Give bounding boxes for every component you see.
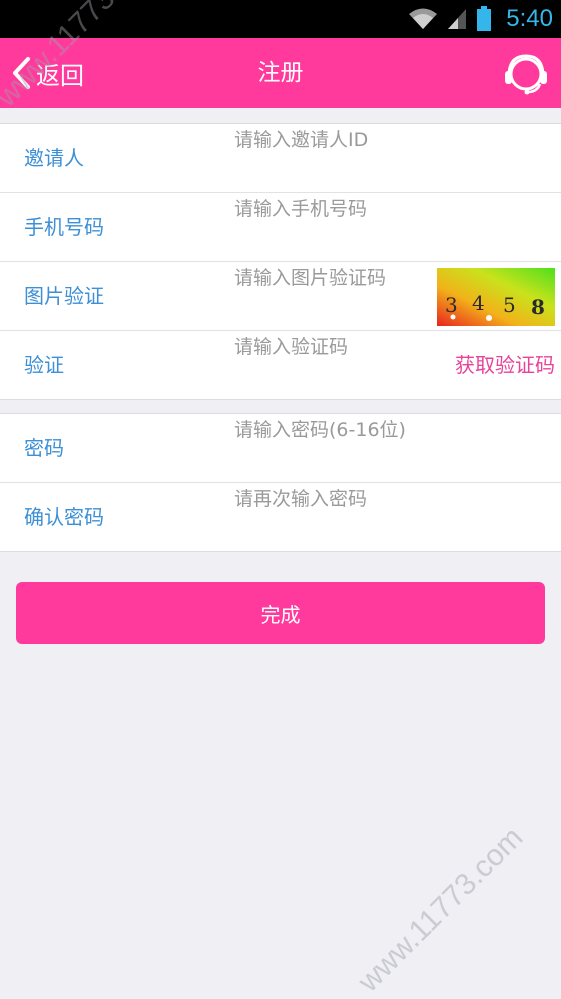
- phone-row: 手机号码: [0, 193, 561, 262]
- submit-button[interactable]: 完成: [16, 582, 545, 644]
- inviter-row: 邀请人: [0, 124, 561, 193]
- image-captcha-label: 图片验证: [24, 284, 104, 308]
- page-title: 注册: [257, 60, 304, 86]
- confirm-password-row: 确认密码: [0, 483, 561, 551]
- phone-label: 手机号码: [24, 215, 104, 239]
- confirm-password-input[interactable]: [234, 485, 434, 513]
- image-captcha-input[interactable]: [234, 264, 434, 292]
- captcha-char: 5: [503, 293, 516, 317]
- watermark: www.11773.com: [352, 820, 530, 999]
- battery-icon: [477, 6, 492, 31]
- confirm-password-label: 确认密码: [24, 505, 104, 529]
- account-info-group: 邀请人 手机号码 图片验证 3 4: [0, 123, 561, 400]
- sms-code-row: 验证 获取验证码: [0, 331, 561, 399]
- inviter-label: 邀请人: [24, 146, 84, 170]
- phone-input[interactable]: [234, 195, 434, 223]
- password-row: 密码: [0, 414, 561, 483]
- password-group: 密码 确认密码: [0, 413, 561, 552]
- sms-code-input[interactable]: [234, 333, 434, 361]
- customer-service-icon[interactable]: [503, 52, 549, 96]
- captcha-char: 8: [531, 295, 545, 319]
- status-icons: 5:40: [408, 0, 553, 38]
- sms-code-label: 验证: [24, 353, 64, 377]
- status-bar: 5:40: [0, 0, 561, 38]
- get-code-button[interactable]: 获取验证码: [455, 331, 555, 399]
- password-input[interactable]: [234, 416, 434, 444]
- signal-icon: [448, 9, 467, 29]
- captcha-image[interactable]: 3 4 5 8: [437, 268, 555, 326]
- captcha-char: 3: [445, 293, 458, 317]
- inviter-id-input[interactable]: [234, 126, 434, 154]
- register-screen: 5:40 返回 注册 邀请人 手机号码 图片验: [0, 0, 561, 999]
- wifi-icon: [409, 8, 438, 29]
- status-time: 5:40: [506, 5, 553, 32]
- password-label: 密码: [24, 436, 64, 460]
- navigation-header: 返回 注册: [0, 38, 561, 108]
- image-captcha-row: 图片验证 3 4 5 8: [0, 262, 561, 331]
- captcha-char: 4: [472, 291, 485, 315]
